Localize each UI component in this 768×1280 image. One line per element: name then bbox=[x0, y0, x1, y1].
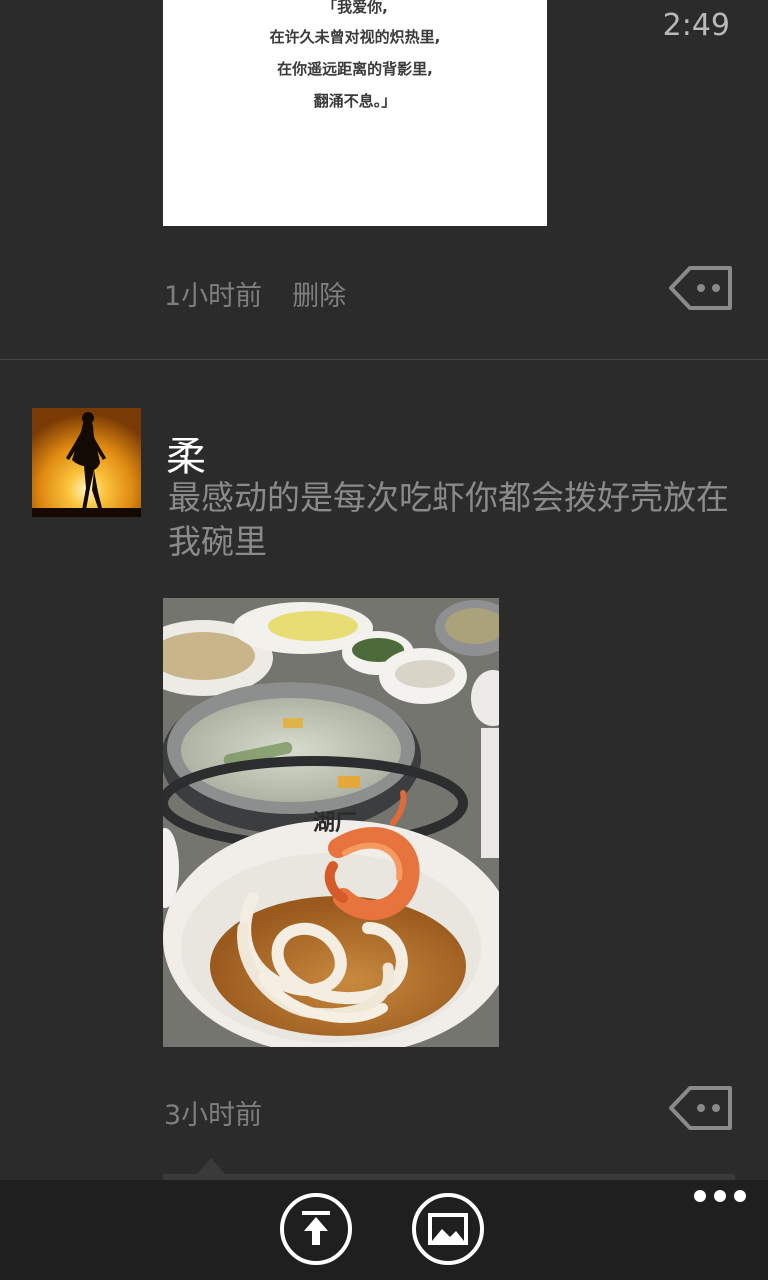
comment-icon[interactable] bbox=[668, 265, 734, 311]
more-icon[interactable] bbox=[692, 1186, 748, 1206]
post1-image-text: 在你遥远距离的背影里, bbox=[277, 60, 433, 78]
post1-image-text: 「我爱你, bbox=[322, 0, 388, 16]
picture-icon bbox=[428, 1213, 468, 1245]
moments-feed: 2:49 「我爱你, 在许久未曾对视的炽热里, 在你遥远距离的背影里, 翻涌不息… bbox=[0, 0, 768, 1280]
post1-time: 1小时前 bbox=[164, 281, 263, 312]
delete-button[interactable]: 删除 bbox=[292, 281, 346, 312]
post1-image[interactable]: 「我爱你, 在许久未曾对视的炽热里, 在你遥远距离的背影里, 翻涌不息。」 bbox=[163, 0, 547, 226]
avatar[interactable] bbox=[32, 408, 141, 517]
upload-button[interactable] bbox=[280, 1193, 352, 1265]
post-divider bbox=[0, 359, 768, 360]
post2-time: 3小时前 bbox=[164, 1100, 263, 1131]
app-bar bbox=[0, 1180, 768, 1280]
post2-username[interactable]: 柔 bbox=[166, 424, 206, 482]
comment-caret bbox=[197, 1158, 225, 1174]
post1-meta: 1小时前 删除 bbox=[164, 274, 346, 313]
comment-icon[interactable] bbox=[668, 1085, 734, 1131]
status-time: 2:49 bbox=[662, 8, 730, 43]
post2-photo[interactable]: 湖厂 bbox=[163, 598, 499, 1047]
post1-image-text: 在许久未曾对视的炽热里, bbox=[269, 28, 441, 46]
post1-image-text: 翻涌不息。」 bbox=[313, 92, 397, 110]
post2-text: 最感动的是每次吃虾你都会拨好壳放在我碗里 bbox=[168, 478, 729, 561]
upload-icon bbox=[302, 1211, 330, 1245]
picture-button[interactable] bbox=[412, 1193, 484, 1265]
